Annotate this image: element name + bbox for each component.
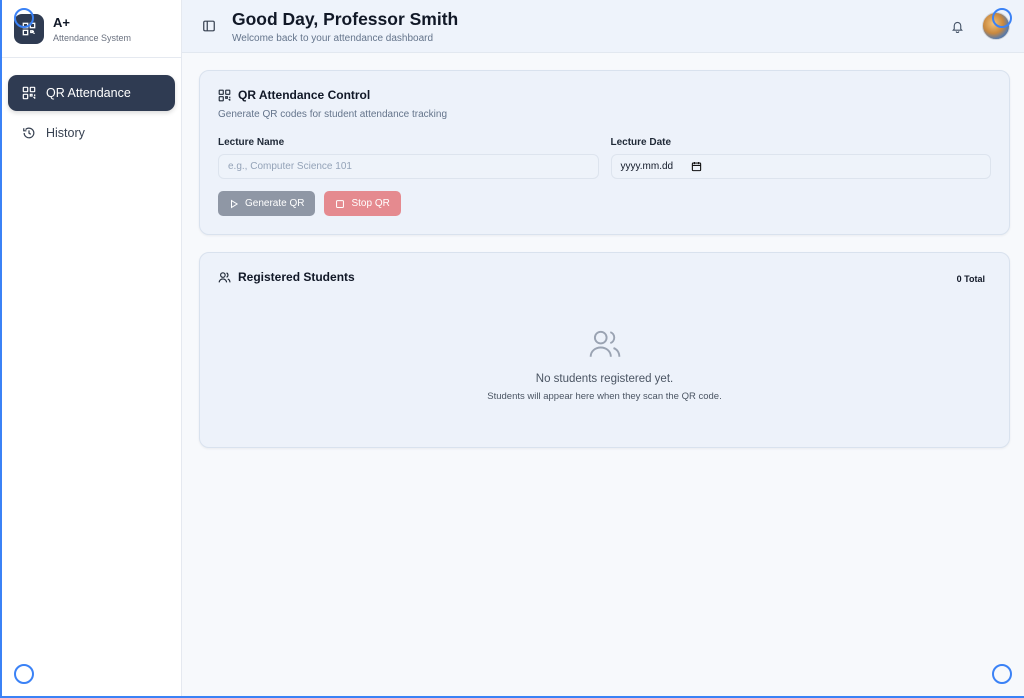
sidebar-nav: QR Attendance History bbox=[2, 58, 181, 168]
users-icon bbox=[218, 271, 231, 282]
generate-qr-button[interactable]: Generate QR bbox=[218, 191, 316, 216]
play-icon bbox=[231, 199, 239, 208]
top-bar: Good Day, Professor Smith Welcome back t… bbox=[182, 0, 1024, 53]
qr-attendance-card: QR Attendance Control Generate QR codes … bbox=[199, 70, 1010, 235]
bell-icon[interactable] bbox=[951, 20, 964, 33]
corner-handle-bottom-right[interactable] bbox=[992, 664, 1012, 684]
stop-qr-label: Stop QR bbox=[351, 198, 390, 209]
corner-handle-top-left[interactable] bbox=[14, 8, 34, 28]
students-total-badge: 0 Total bbox=[956, 274, 985, 284]
stop-icon bbox=[336, 199, 345, 208]
qr-code-icon bbox=[218, 89, 231, 101]
students-card-title: Registered Students bbox=[238, 270, 355, 284]
sidebar-toggle-icon[interactable] bbox=[202, 19, 216, 33]
brand-subtitle: Attendance System bbox=[53, 32, 132, 43]
lecture-date-value: yyyy.mm.dd bbox=[620, 161, 674, 172]
corner-handle-top-right[interactable] bbox=[992, 8, 1012, 28]
lecture-date-input[interactable]: yyyy.mm.dd bbox=[610, 154, 991, 179]
brand-name: A+ bbox=[53, 14, 70, 30]
sidebar: A+ Attendance System QR Attendance Histo… bbox=[2, 0, 182, 696]
page-title: Good Day, Professor Smith bbox=[232, 8, 459, 29]
app-window: A+ Attendance System QR Attendance Histo… bbox=[0, 0, 1024, 698]
history-icon bbox=[23, 127, 35, 139]
empty-state-title: No students registered yet. bbox=[535, 373, 674, 385]
corner-handle-bottom-left[interactable] bbox=[14, 664, 34, 684]
main-area: Good Day, Professor Smith Welcome back t… bbox=[182, 0, 1024, 696]
sidebar-item-history[interactable]: History bbox=[8, 115, 175, 151]
content: QR Attendance Control Generate QR codes … bbox=[182, 53, 1024, 448]
sidebar-item-label: QR Attendance bbox=[46, 86, 131, 100]
sidebar-item-qr-attendance[interactable]: QR Attendance bbox=[8, 75, 175, 111]
qr-card-description: Generate QR codes for student attendance… bbox=[218, 109, 448, 120]
qr-code-icon bbox=[22, 86, 36, 100]
empty-state: No students registered yet. Students wil… bbox=[218, 327, 991, 402]
generate-qr-label: Generate QR bbox=[245, 198, 305, 209]
stop-qr-button[interactable]: Stop QR bbox=[324, 191, 401, 216]
calendar-icon[interactable] bbox=[691, 161, 702, 172]
qr-card-title: QR Attendance Control bbox=[238, 88, 371, 102]
lecture-date-label: Lecture Date bbox=[610, 137, 672, 148]
lecture-name-label: Lecture Name bbox=[218, 137, 285, 148]
page-subtitle: Welcome back to your attendance dashboar… bbox=[232, 32, 434, 44]
empty-state-subtitle: Students will appear here when they scan… bbox=[487, 391, 722, 402]
sidebar-item-label: History bbox=[46, 126, 85, 140]
users-icon bbox=[589, 330, 620, 357]
lecture-name-input[interactable]: e.g., Computer Science 101 bbox=[218, 154, 599, 179]
registered-students-card: Registered Students 0 Total No students … bbox=[199, 252, 1010, 448]
